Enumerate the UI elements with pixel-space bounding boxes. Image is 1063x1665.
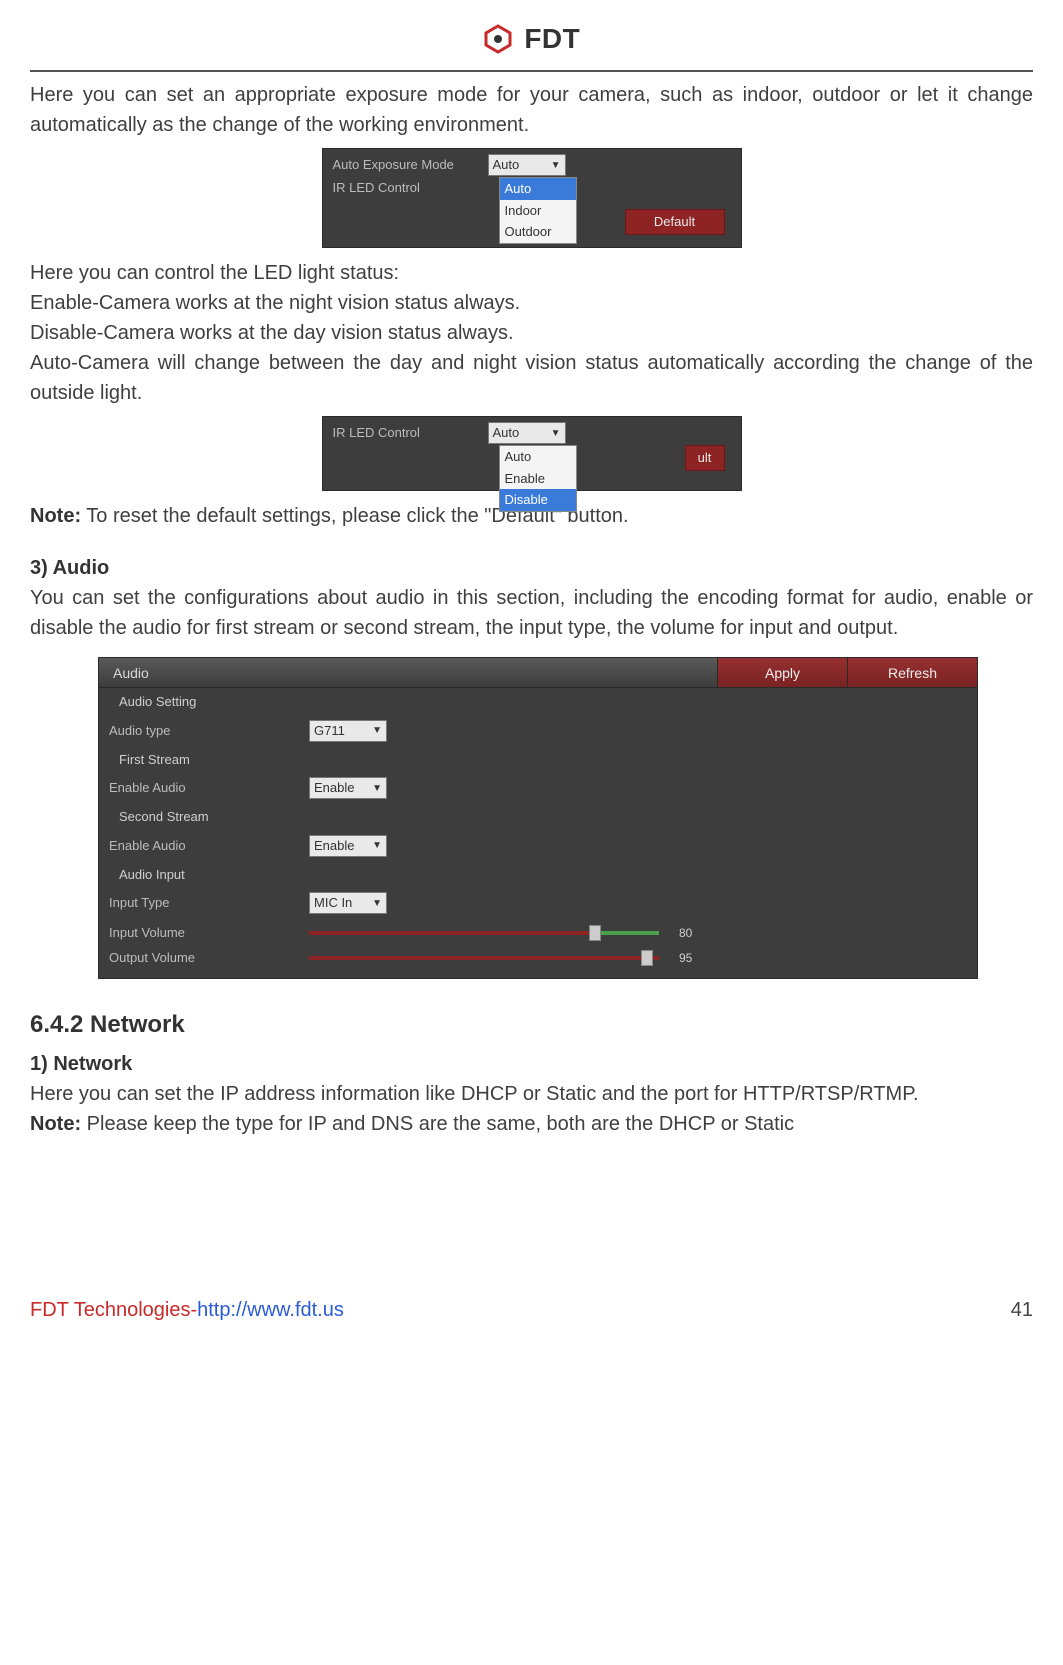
page-number: 41 <box>1011 1295 1033 1325</box>
network-note: Note: Please keep the type for IP and DN… <box>30 1109 1033 1139</box>
enable-audio-second-select[interactable]: Enable ▼ <box>309 835 387 857</box>
footer-left: FDT Technologies-http://www.fdt.us <box>30 1295 344 1325</box>
exposure-mode-panel: Auto Exposure Mode Auto ▼ IR LED Control… <box>322 148 742 248</box>
chevron-down-icon: ▼ <box>372 838 382 853</box>
input-volume-slider[interactable] <box>309 931 659 935</box>
audio-panel-title: Audio <box>99 658 717 687</box>
first-stream-subhead: First Stream <box>99 746 977 774</box>
auto-exposure-mode-value: Auto <box>493 155 520 175</box>
led-status-intro: Here you can control the LED light statu… <box>30 258 1033 288</box>
chevron-down-icon: ▼ <box>372 723 382 738</box>
enable-audio-first-value: Enable <box>314 778 354 798</box>
default-button[interactable]: Default <box>625 209 725 235</box>
network-note-text: Please keep the type for IP and DNS are … <box>81 1113 794 1135</box>
output-volume-value: 95 <box>679 949 692 967</box>
enable-audio-second-label: Enable Audio <box>109 836 309 856</box>
slider-thumb-icon[interactable] <box>589 925 601 941</box>
chevron-down-icon: ▼ <box>551 426 561 441</box>
enable-audio-second-value: Enable <box>314 836 354 856</box>
network-section-heading: 6.4.2 Network <box>30 1007 1033 1043</box>
exposure-option-outdoor[interactable]: Outdoor <box>500 221 576 243</box>
network-note-label: Note: <box>30 1113 81 1135</box>
note-label: Note: <box>30 505 81 527</box>
network-desc: Here you can set the IP address informat… <box>30 1079 1033 1109</box>
exposure-option-indoor[interactable]: Indoor <box>500 200 576 222</box>
auto-exposure-mode-select[interactable]: Auto ▼ <box>488 154 566 176</box>
slider-thumb-icon[interactable] <box>641 950 653 966</box>
audio-type-value: G711 <box>314 721 345 741</box>
ir-led-control-panel: IR LED Control Auto ▼ Auto Enable Disabl… <box>322 416 742 491</box>
ir-led-control-label-2: IR LED Control <box>323 423 488 443</box>
exposure-option-auto[interactable]: Auto <box>500 178 576 200</box>
second-stream-subhead: Second Stream <box>99 803 977 831</box>
audio-type-label: Audio type <box>109 721 309 741</box>
input-type-label: Input Type <box>109 893 309 913</box>
output-volume-label: Output Volume <box>109 948 309 968</box>
audio-type-select[interactable]: G711 ▼ <box>309 720 387 742</box>
ir-led-dropdown-list[interactable]: Auto Enable Disable <box>499 445 577 512</box>
auto-exposure-mode-label: Auto Exposure Mode <box>323 155 488 175</box>
audio-setting-subhead: Audio Setting <box>99 688 977 716</box>
exposure-intro-text: Here you can set an appropriate exposure… <box>30 80 1033 140</box>
network-subheading: 1) Network <box>30 1049 1033 1079</box>
chevron-down-icon: ▼ <box>551 158 561 173</box>
ir-led-option-auto[interactable]: Auto <box>500 446 576 468</box>
page-footer: FDT Technologies-http://www.fdt.us 41 <box>30 1295 1033 1325</box>
exposure-dropdown-list[interactable]: Auto Indoor Outdoor <box>499 177 577 244</box>
footer-url[interactable]: http://www.fdt.us <box>197 1299 344 1321</box>
audio-desc: You can set the configurations about aud… <box>30 583 1033 643</box>
default-button-partial[interactable]: ult <box>685 445 725 471</box>
ir-led-control-select[interactable]: Auto ▼ <box>488 422 566 444</box>
apply-button[interactable]: Apply <box>717 658 847 687</box>
chevron-down-icon: ▼ <box>372 781 382 796</box>
enable-audio-first-select[interactable]: Enable ▼ <box>309 777 387 799</box>
input-type-value: MIC In <box>314 893 352 913</box>
chevron-down-icon: ▼ <box>372 896 382 911</box>
audio-input-subhead: Audio Input <box>99 861 977 889</box>
output-volume-slider[interactable] <box>309 956 659 960</box>
ir-led-control-label: IR LED Control <box>323 178 488 198</box>
enable-audio-first-label: Enable Audio <box>109 778 309 798</box>
audio-settings-panel: Audio Apply Refresh Audio Setting Audio … <box>98 657 978 979</box>
ir-led-control-value: Auto <box>493 423 520 443</box>
input-volume-label: Input Volume <box>109 923 309 943</box>
footer-company: FDT Technologies- <box>30 1299 197 1321</box>
input-type-select[interactable]: MIC In ▼ <box>309 892 387 914</box>
audio-heading: 3) Audio <box>30 553 1033 583</box>
ir-led-option-disable[interactable]: Disable <box>500 489 576 511</box>
brand-name: FDT <box>524 23 580 54</box>
page-header: FDT <box>30 18 1033 60</box>
input-volume-value: 80 <box>679 924 692 942</box>
brand-logo-icon <box>483 24 513 54</box>
led-enable-desc: Enable-Camera works at the night vision … <box>30 288 1033 318</box>
led-disable-desc: Disable-Camera works at the day vision s… <box>30 318 1033 348</box>
ir-led-option-enable[interactable]: Enable <box>500 468 576 490</box>
header-divider <box>30 70 1033 72</box>
refresh-button[interactable]: Refresh <box>847 658 977 687</box>
led-auto-desc: Auto-Camera will change between the day … <box>30 348 1033 408</box>
